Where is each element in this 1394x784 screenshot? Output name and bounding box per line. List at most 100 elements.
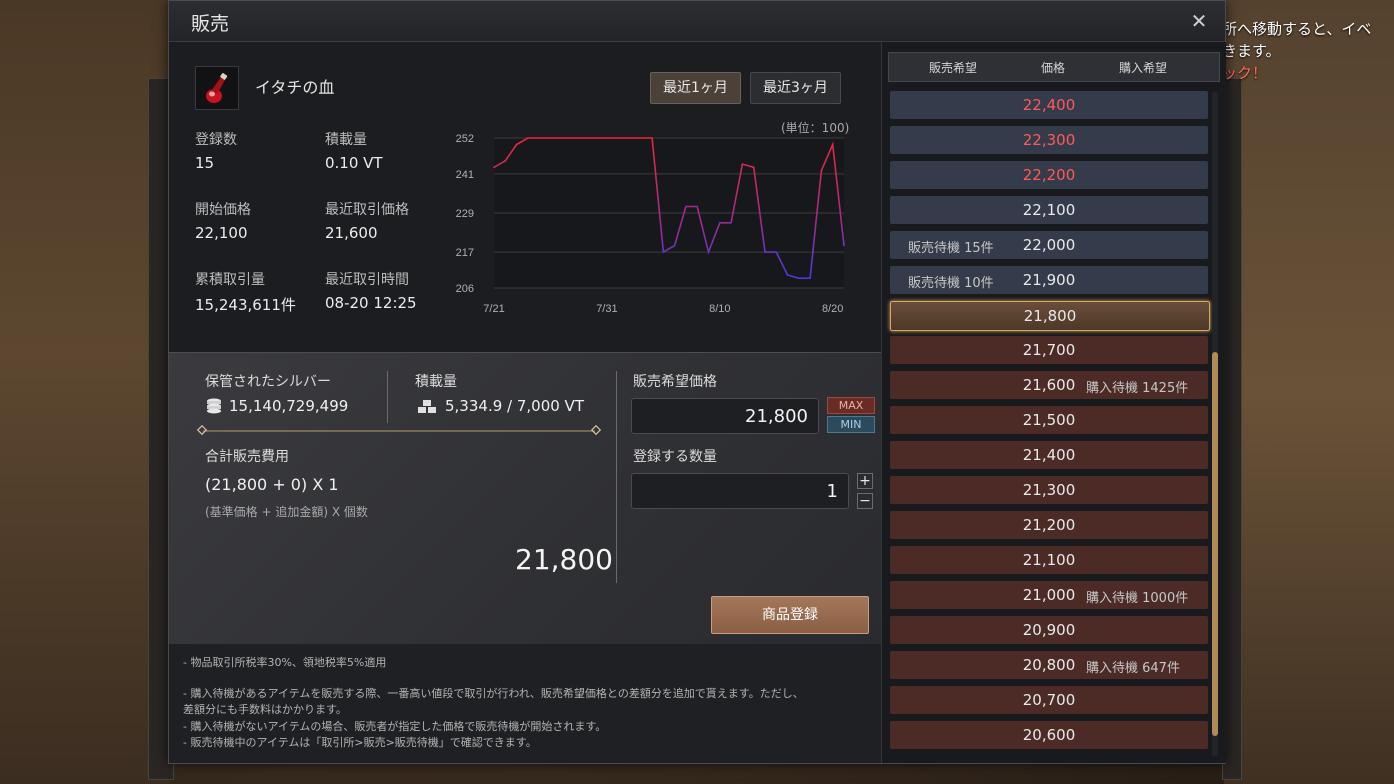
order-row[interactable]: 22,200 [890, 161, 1208, 189]
stat-label-listings: 登録数 [195, 132, 237, 148]
chart-point [628, 137, 631, 139]
buy-waiting-count: 購入待機 1425件 [1086, 381, 1189, 396]
order-row[interactable]: 20,600 [890, 721, 1208, 749]
order-row-selected[interactable]: 21,800 [890, 301, 1210, 331]
quantity-input[interactable]: 1 [631, 473, 849, 509]
order-row[interactable]: 22,000 販売待機 15件 [890, 231, 1208, 259]
background-text-line: ック！ [1222, 64, 1268, 82]
order-price: 21,800 [1023, 307, 1077, 325]
period-3-month-button[interactable]: 最近3ヶ月 [750, 72, 841, 104]
note-line: - 購入待機があるアイテムを販売する際、一番高い値段で取引が行われ、販売希望価格… [183, 687, 804, 700]
quantity-plus-button[interactable]: + [857, 473, 873, 489]
note-line: - 販売待機中のアイテムは「取引所>販売>販売待機」で確認できます。 [183, 736, 537, 749]
order-row[interactable]: 20,800 購入待機 647件 [890, 651, 1208, 679]
quantity-minus-button[interactable]: − [857, 493, 873, 509]
weight-value: 5,334.9 / 7,000 VT [445, 397, 584, 415]
price-chart: 252 241 229 217 206 7/21 7/31 8/10 8/20 [456, 133, 845, 315]
chart-point [809, 277, 811, 280]
chart-point [730, 221, 732, 224]
close-icon[interactable]: ✕ [1187, 9, 1211, 33]
stat-label-total-volume: 累積取引量 [195, 272, 265, 288]
stat-label-weight: 積載量 [325, 132, 367, 148]
order-price: 20,600 [1022, 726, 1076, 744]
stat-label-base-price: 開始価格 [195, 202, 251, 218]
background-scene-right [1224, 0, 1394, 784]
chart-point [606, 137, 608, 139]
order-row[interactable]: 21,300 [890, 476, 1208, 504]
cost-formula: (21,800 + 0) X 1 [205, 475, 339, 494]
chart-y-tick-label: 252 [456, 133, 474, 145]
order-price: 21,500 [1022, 411, 1076, 429]
desired-price-input[interactable]: 21,800 [631, 398, 819, 434]
chart-point [493, 166, 495, 169]
background-scene-left [0, 0, 170, 784]
order-book-scrollbar[interactable] [1212, 92, 1218, 756]
weight-boxes-icon [418, 400, 436, 413]
order-row[interactable]: 22,300 [890, 126, 1208, 154]
register-item-button[interactable]: 商品登録 [711, 596, 869, 634]
chart-y-tick-label: 206 [456, 283, 474, 295]
chart-point [786, 274, 789, 276]
chart-point [673, 244, 676, 247]
chart-point [707, 251, 710, 253]
max-price-button[interactable]: MAX [827, 397, 875, 414]
quantity-label: 登録する数量 [633, 449, 717, 465]
order-row[interactable]: 21,700 [890, 336, 1208, 364]
order-price: 22,100 [1022, 201, 1076, 219]
chart-point [572, 137, 574, 139]
silver-label: 保管されたシルバー [205, 374, 331, 390]
buy-waiting-count: 購入待機 647件 [1086, 661, 1180, 676]
item-name: イタチの血 [255, 78, 335, 97]
order-price: 21,300 [1022, 481, 1076, 499]
chart-point [831, 143, 834, 146]
order-price: 22,300 [1022, 131, 1076, 149]
order-price: 21,400 [1022, 446, 1076, 464]
blood-vial-icon [206, 73, 228, 103]
background-text-line: 所へ移動すると、イベ [1222, 20, 1372, 38]
notes-section: - 物品取引所税率30%、領地税率5%適用 - 購入待機があるアイテムを販売する… [169, 644, 881, 763]
header-buy-wish: 購入希望 [1119, 61, 1168, 75]
stat-value-listings: 15 [195, 154, 215, 172]
order-row[interactable]: 21,200 [890, 511, 1208, 539]
order-row[interactable]: 22,100 [890, 196, 1208, 224]
header-price: 価格 [1041, 61, 1066, 75]
order-row[interactable]: 21,500 [890, 406, 1208, 434]
chart-point [843, 244, 845, 247]
sell-waiting-count: 販売待機 10件 [908, 276, 994, 291]
order-row[interactable]: 21,000 購入待機 1000件 [890, 581, 1208, 609]
title-bar[interactable]: 販売 ✕ [169, 1, 1225, 42]
chart-point [515, 143, 518, 146]
order-row[interactable]: 21,400 [890, 441, 1208, 469]
chart-point [662, 251, 665, 253]
desired-price-label: 販売希望価格 [633, 374, 717, 390]
chart-point [549, 137, 552, 139]
stat-value-base-price: 22,100 [195, 224, 248, 242]
order-row[interactable]: 20,700 [890, 686, 1208, 714]
chart-point [719, 221, 721, 224]
chart-point [583, 137, 586, 139]
chart-x-tick-label: 8/10 [709, 303, 730, 315]
stat-label-last-time: 最近取引時間 [325, 272, 409, 288]
chart-point [696, 205, 699, 208]
order-row[interactable]: 21,100 [890, 546, 1208, 574]
order-price: 21,700 [1022, 341, 1076, 359]
note-line: - 物品取引所税率30%、領地税率5%適用 [183, 656, 387, 669]
chart-point [651, 137, 653, 139]
order-price: 20,900 [1022, 621, 1076, 639]
chart-x-tick-label: 8/20 [822, 303, 843, 315]
order-row[interactable]: 21,900 販売待機 10件 [890, 266, 1208, 294]
header-sell-wish: 販売希望 [929, 61, 978, 75]
order-row[interactable]: 20,900 [890, 616, 1208, 644]
chart-point [741, 163, 744, 165]
total-cost-label: 合計販売費用 [205, 449, 289, 465]
min-price-button[interactable]: MIN [827, 416, 875, 433]
chart-point [639, 137, 642, 139]
sell-form: 保管されたシルバー 15,140,729,499 積載量 5,334.9 / 7… [169, 352, 881, 645]
order-book-header: 販売希望 価格 購入希望 [888, 52, 1220, 82]
order-row[interactable]: 21,600 購入待機 1425件 [890, 371, 1208, 399]
order-row[interactable]: 22,400 [890, 91, 1208, 119]
sell-window: 販売 ✕ イタチの血 最近1ヶ月 最近3ヶ月 登録数 15 積載量 0.10 V… [168, 0, 1226, 764]
scrollbar-thumb[interactable] [1212, 352, 1218, 736]
period-1-month-button[interactable]: 最近1ヶ月 [650, 72, 741, 104]
order-price: 22,400 [1022, 96, 1076, 114]
